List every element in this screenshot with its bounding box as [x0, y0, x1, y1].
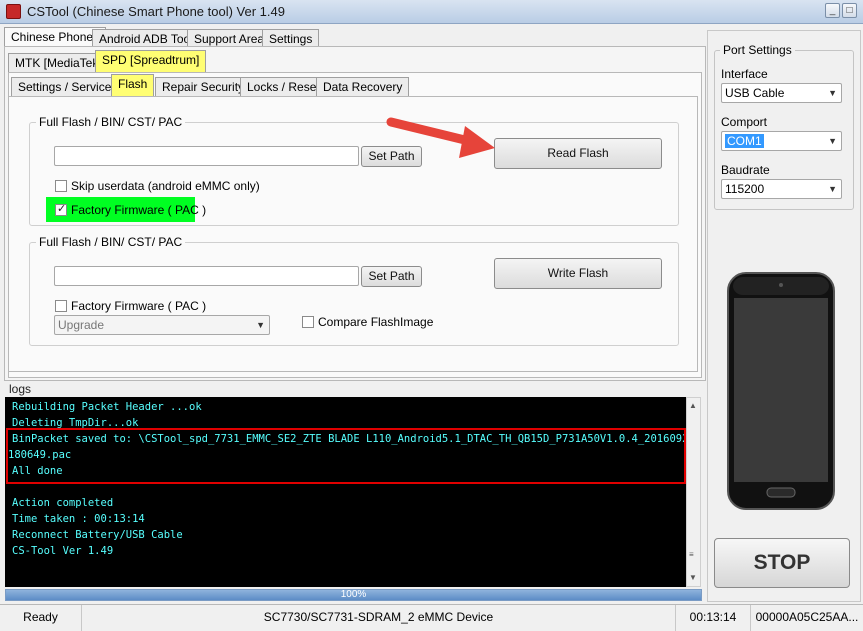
interface-label: Interface [721, 67, 768, 81]
progress-label: 100% [340, 589, 367, 600]
compare-flashimage-label: Compare FlashImage [318, 315, 434, 329]
baudrate-select[interactable]: 115200 ▼ [721, 179, 842, 199]
log-highlight-box [6, 428, 686, 484]
title-bar: CSTool (Chinese Smart Phone tool) Ver 1.… [0, 0, 863, 24]
baudrate-value: 115200 [725, 182, 765, 196]
write-set-path-button[interactable]: Set Path [361, 266, 422, 287]
tab-mtk[interactable]: MTK [MediaTek] [8, 53, 109, 73]
maximize-button[interactable]: □ [842, 3, 857, 18]
status-elapsed: 00:13:14 [676, 605, 751, 631]
log-line: Rebuilding Packet Header ...ok [12, 401, 202, 413]
skip-userdata-checkbox[interactable]: Skip userdata (android eMMC only) [55, 179, 260, 193]
status-device: SC7730/SC7731-SDRAM_2 eMMC Device [82, 605, 676, 631]
tab-data-recovery[interactable]: Data Recovery [316, 77, 410, 97]
app-icon [6, 4, 21, 19]
write-mode-value: Upgrade [58, 318, 105, 332]
tab-flash[interactable]: Flash [111, 74, 155, 96]
status-bar: Ready SC7730/SC7731-SDRAM_2 eMMC Device … [0, 604, 863, 631]
port-settings-legend: Port Settings [720, 43, 795, 57]
compare-flashimage-checkbox[interactable]: Compare FlashImage [302, 315, 433, 329]
annotation-arrow-icon [386, 117, 495, 158]
read-path-input[interactable] [54, 146, 359, 166]
tab-locks-reset[interactable]: Locks / Reset [240, 77, 327, 97]
stop-button[interactable]: STOP [714, 538, 850, 588]
write-factory-firmware-checkbox[interactable]: Factory Firmware ( PAC ) [55, 299, 206, 313]
logs-label: logs [9, 382, 32, 396]
scroll-up-icon[interactable]: ▲ [689, 401, 697, 410]
status-device-id: 00000A05C25AA... [755, 610, 859, 624]
minimize-button[interactable]: _ [825, 3, 840, 18]
status-state: Ready [0, 605, 82, 631]
write-factory-firmware-label: Factory Firmware ( PAC ) [71, 299, 207, 313]
checkbox-box[interactable] [55, 202, 67, 216]
checkbox-box[interactable] [302, 316, 314, 328]
comport-label: Comport [721, 115, 768, 129]
window-title: CSTool (Chinese Smart Phone tool) Ver 1.… [27, 4, 285, 19]
log-console[interactable]: Rebuilding Packet Header ...ok Deleting … [5, 397, 701, 587]
checkbox-box[interactable] [55, 300, 67, 312]
interface-value: USB Cable [725, 86, 785, 100]
baudrate-label: Baudrate [721, 163, 770, 177]
interface-select[interactable]: USB Cable ▼ [721, 83, 842, 103]
read-factory-firmware-label: Factory Firmware ( PAC ) [71, 203, 207, 217]
log-line: CS-Tool Ver 1.49 [12, 545, 114, 557]
write-path-input[interactable] [54, 266, 359, 286]
comport-value: COM1 [725, 134, 764, 148]
chevron-down-icon: ▼ [828, 184, 837, 194]
comport-select[interactable]: COM1 ▼ [721, 131, 842, 151]
read-factory-firmware-checkbox[interactable]: Factory Firmware ( PAC ) [55, 202, 207, 217]
scroll-grip-icon[interactable]: ≡ [689, 550, 694, 559]
read-flash-button[interactable]: Read Flash [494, 138, 662, 169]
skip-userdata-label: Skip userdata (android eMMC only) [71, 179, 260, 193]
progress-bar: 100% [5, 589, 702, 601]
scroll-down-icon[interactable]: ▼ [689, 573, 697, 582]
tab-repair-security[interactable]: Repair Security [155, 77, 252, 97]
checkbox-box[interactable] [55, 180, 67, 192]
phone-icon [727, 272, 835, 510]
log-line: Reconnect Battery/USB Cable [12, 529, 183, 541]
write-group-legend: Full Flash / BIN/ CST/ PAC [36, 235, 186, 249]
write-mode-select[interactable]: Upgrade ▼ [54, 315, 270, 335]
log-line: Time taken : 00:13:14 [12, 513, 145, 525]
tab-spd[interactable]: SPD [Spreadtrum] [95, 50, 207, 72]
tab-settings-services[interactable]: Settings / Services [11, 77, 125, 97]
chevron-down-icon: ▼ [828, 136, 837, 146]
chevron-down-icon: ▼ [828, 88, 837, 98]
log-line: Action completed [12, 497, 114, 509]
read-group-legend: Full Flash / BIN/ CST/ PAC [36, 115, 186, 129]
log-scrollbar[interactable]: ▲ ≡ ▼ [686, 397, 701, 587]
chevron-down-icon: ▼ [256, 320, 265, 330]
write-flash-button[interactable]: Write Flash [494, 258, 662, 289]
